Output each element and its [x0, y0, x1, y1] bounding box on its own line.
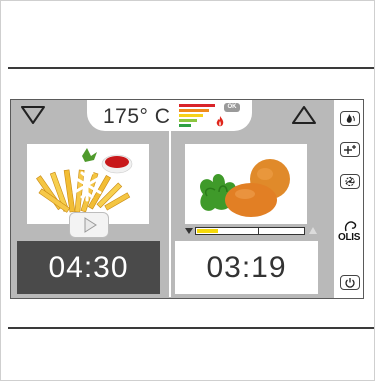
temperature-display[interactable]: 175° C OK: [87, 100, 252, 131]
progress-fill: [197, 229, 218, 233]
progress-tick: [258, 228, 259, 234]
humidity-adjust-button[interactable]: [340, 142, 360, 157]
top-divider: [8, 67, 374, 69]
ok-badge: OK: [224, 103, 240, 112]
potatoes-image: [185, 144, 307, 224]
fan-icon: [345, 176, 355, 186]
olis-logo-text: OLIS: [338, 232, 361, 243]
progress-right-marker-icon: [309, 227, 317, 234]
right-cooking-panel[interactable]: 03:19: [175, 131, 325, 297]
olis-logo-icon: [344, 221, 357, 232]
steam-icon: [346, 114, 355, 123]
energy-bars-icon: [179, 104, 215, 127]
cooking-progress-bar: [185, 227, 317, 236]
power-button[interactable]: [340, 275, 360, 290]
top-bar: 175° C OK: [11, 100, 334, 131]
power-icon: [345, 278, 355, 288]
progress-left-marker-icon: [185, 228, 193, 234]
humidity-adjust-icon: [344, 145, 356, 154]
fan-button[interactable]: [340, 174, 360, 189]
play-button[interactable]: [69, 212, 109, 238]
snowflake-icon: [72, 168, 102, 202]
left-timer[interactable]: 04:30: [17, 241, 160, 294]
bottom-divider: [8, 327, 374, 329]
up-arrow-icon[interactable]: [292, 106, 316, 124]
left-cooking-panel[interactable]: 04:30: [15, 131, 165, 297]
flame-icon: [216, 116, 224, 127]
steam-button[interactable]: [340, 111, 360, 126]
progress-track: [195, 227, 305, 235]
temperature-value: 175° C: [103, 105, 171, 128]
down-arrow-icon[interactable]: [21, 106, 45, 124]
right-timer[interactable]: 03:19: [175, 241, 318, 294]
olis-logo: OLIS: [338, 218, 364, 246]
sidebar: OLIS: [334, 100, 363, 298]
panel-divider: [169, 131, 171, 297]
oven-control-screen: 175° C OK 04:30 03:19 OLIS: [10, 99, 364, 299]
play-icon: [84, 217, 97, 233]
